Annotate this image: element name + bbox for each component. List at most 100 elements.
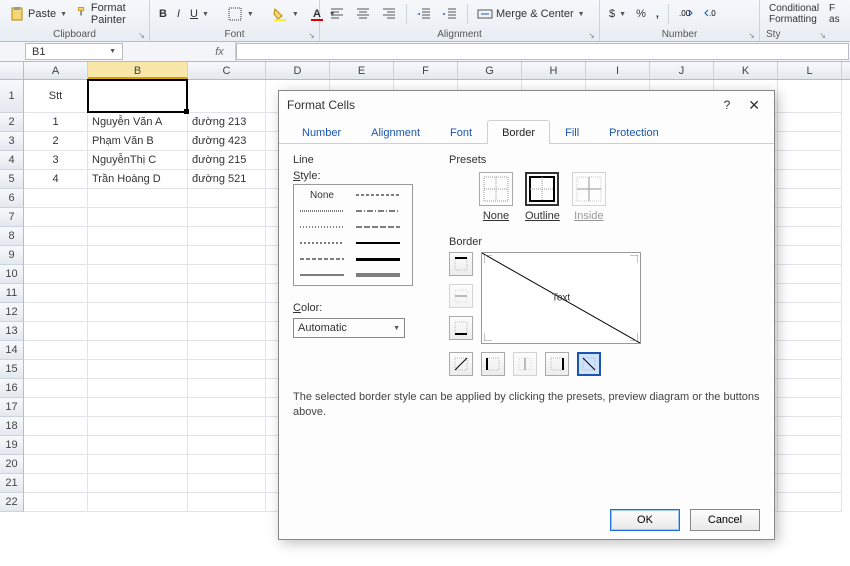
cell[interactable] [88,474,188,493]
line-style-picker[interactable]: None [293,184,413,286]
column-header[interactable]: G [458,62,522,79]
line-style-opt[interactable] [354,221,402,233]
cell[interactable] [778,284,842,303]
cell[interactable] [88,436,188,455]
row-header[interactable]: 9 [0,246,24,265]
cell[interactable] [778,265,842,284]
cell[interactable] [778,151,842,170]
cell[interactable] [24,455,88,474]
cell[interactable]: NguyễnThị C [88,151,188,170]
comma-button[interactable]: , [653,7,662,21]
cell[interactable] [778,113,842,132]
increase-indent-button[interactable] [439,5,461,23]
row-header[interactable]: 6 [0,189,24,208]
preset-outline[interactable]: Outline [525,172,560,222]
cell[interactable] [24,322,88,341]
cell[interactable] [24,474,88,493]
cell[interactable] [88,227,188,246]
row-header[interactable]: 12 [0,303,24,322]
tab-alignment[interactable]: Alignment [356,120,435,144]
row-header[interactable]: 13 [0,322,24,341]
column-header[interactable]: F [394,62,458,79]
cell[interactable]: 2 [24,132,88,151]
format-painter-button[interactable]: Format Painter [74,1,143,27]
bold-button[interactable]: B [156,7,170,21]
row-header[interactable]: 21 [0,474,24,493]
align-right-button[interactable] [378,5,400,23]
row-header[interactable]: 17 [0,398,24,417]
cell[interactable] [188,208,266,227]
row-header[interactable]: 4 [0,151,24,170]
border-diag-down-button[interactable] [577,352,601,376]
cell[interactable] [88,189,188,208]
line-style-opt[interactable] [354,189,402,201]
align-center-button[interactable] [352,5,374,23]
cell[interactable] [24,265,88,284]
cell[interactable] [188,80,266,113]
tab-number[interactable]: Number [287,120,356,144]
cell[interactable] [778,379,842,398]
row-header[interactable]: 15 [0,360,24,379]
cell[interactable] [24,493,88,512]
cell[interactable] [24,208,88,227]
conditional-formatting-button[interactable]: Conditional Formatting [766,2,822,26]
cell[interactable] [24,246,88,265]
border-top-button[interactable] [449,252,473,276]
cell[interactable]: Stt [24,80,88,113]
row-header[interactable]: 18 [0,417,24,436]
cell[interactable] [778,227,842,246]
cell[interactable]: đường 215 [188,151,266,170]
cell[interactable]: đường 423 [188,132,266,151]
row-header[interactable]: 20 [0,455,24,474]
cell[interactable] [778,322,842,341]
cell[interactable]: Phạm Văn B [88,132,188,151]
decrease-decimal-button[interactable]: .0 [701,5,723,23]
row-header[interactable]: 2 [0,113,24,132]
line-style-opt[interactable] [354,237,402,249]
formula-bar[interactable] [236,43,849,60]
line-style-opt[interactable] [298,205,346,217]
cell[interactable]: đường 213 [188,113,266,132]
column-header[interactable]: I [586,62,650,79]
cell[interactable] [188,398,266,417]
border-button[interactable]: ▼ [224,5,257,23]
row-header[interactable]: 7 [0,208,24,227]
cell[interactable] [24,398,88,417]
row-header[interactable]: 1 [0,80,24,113]
cell[interactable] [24,303,88,322]
cell[interactable] [188,189,266,208]
cell[interactable] [88,417,188,436]
cell[interactable] [188,322,266,341]
border-vert-button[interactable] [513,352,537,376]
name-box[interactable]: B1 ▼ [25,43,123,60]
cell[interactable]: 4 [24,170,88,189]
cell[interactable] [778,80,842,113]
column-header[interactable]: C [188,62,266,79]
line-style-opt[interactable] [298,253,346,265]
column-header[interactable]: L [778,62,842,79]
column-header[interactable]: D [266,62,330,79]
line-style-opt[interactable] [354,253,402,265]
line-style-opt[interactable] [354,205,402,217]
cell[interactable] [188,227,266,246]
row-header[interactable]: 5 [0,170,24,189]
column-header[interactable]: K [714,62,778,79]
column-header[interactable]: A [24,62,88,79]
italic-button[interactable]: I [174,7,183,21]
cell[interactable] [24,341,88,360]
cell[interactable] [188,493,266,512]
column-header[interactable]: E [330,62,394,79]
row-header[interactable]: 16 [0,379,24,398]
cell[interactable] [188,379,266,398]
align-left-button[interactable] [326,5,348,23]
cell[interactable] [778,189,842,208]
cell[interactable]: 1 [24,113,88,132]
cell[interactable] [188,341,266,360]
cell[interactable]: Trần Hoàng D [88,170,188,189]
cell[interactable] [778,208,842,227]
fill-color-button[interactable]: ▼ [269,5,302,23]
ok-button[interactable]: OK [610,509,680,531]
cell[interactable] [188,265,266,284]
border-color-dropdown[interactable]: Automatic ▼ [293,318,405,338]
cell[interactable] [88,493,188,512]
